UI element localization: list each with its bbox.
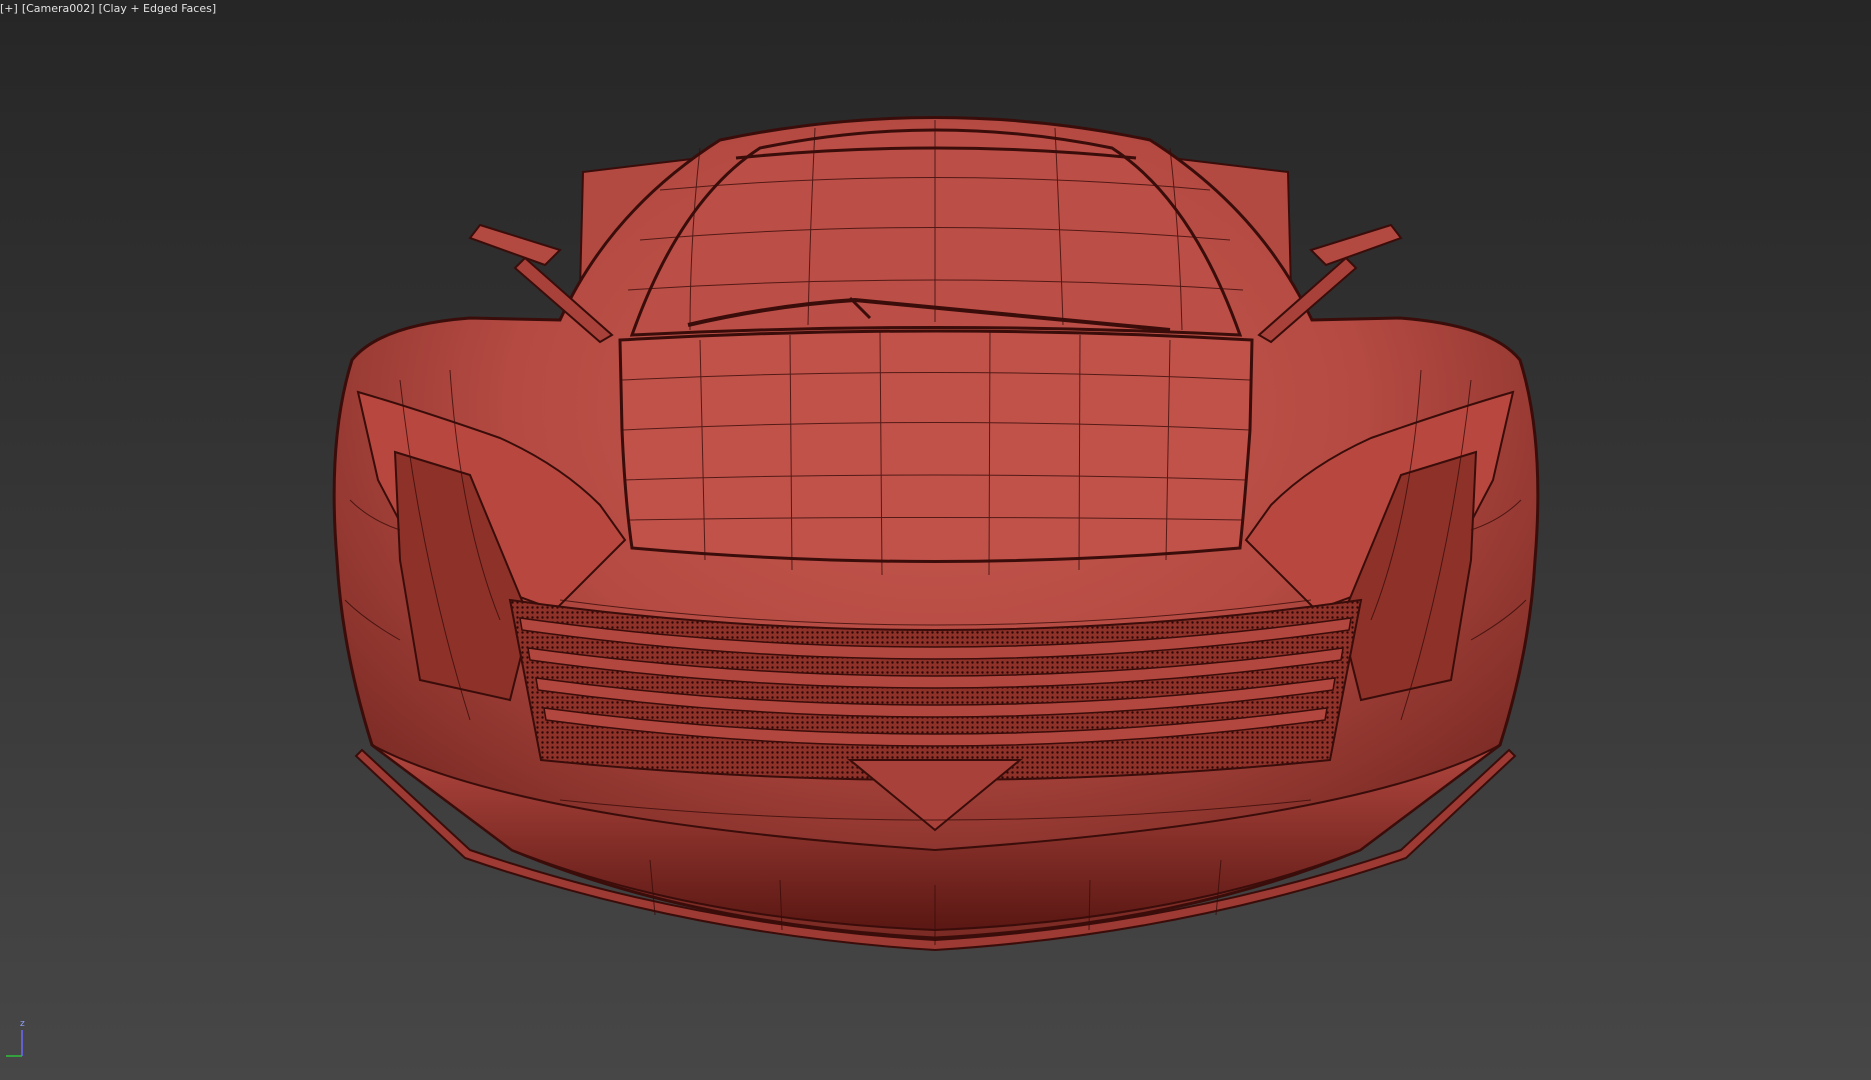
- axis-gizmo: z: [6, 1019, 25, 1057]
- viewport-camera002[interactable]: [+] [Camera002] [Clay + Edged Faces] z: [0, 0, 1871, 1080]
- car-model[interactable]: [0, 0, 1871, 1080]
- axis-z-label: z: [20, 1019, 25, 1029]
- hood: [618, 329, 1254, 563]
